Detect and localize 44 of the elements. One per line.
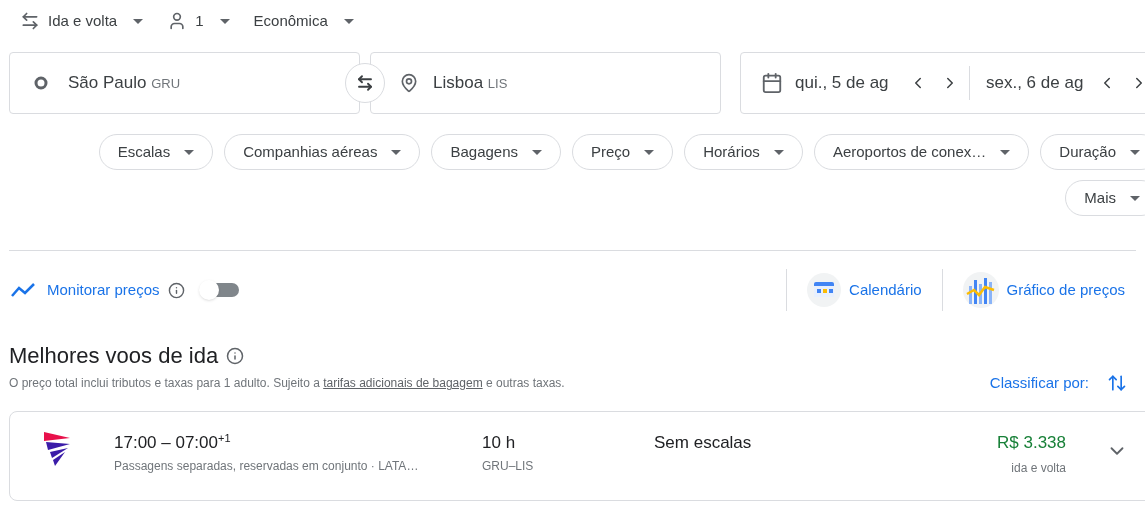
swap-arrows-icon bbox=[356, 74, 374, 92]
view-button[interactable]: Gráfico de preços bbox=[942, 272, 1145, 308]
calendar-icon bbox=[807, 273, 842, 307]
destination-field[interactable]: Lisboa LIS bbox=[370, 52, 721, 114]
trend-line-icon bbox=[10, 282, 36, 298]
swap-button[interactable] bbox=[345, 63, 385, 103]
option-dropdown[interactable]: Econômica bbox=[253, 9, 354, 33]
flight-price: R$ 3.338 bbox=[997, 431, 1066, 454]
location-pin-icon bbox=[399, 73, 419, 93]
calendar-icon bbox=[761, 72, 783, 94]
info-icon bbox=[167, 281, 185, 299]
flight-details: Passagens separadas, reservadas em conjunto · LATA… bbox=[114, 458, 420, 475]
dates-field[interactable]: qui., 5 de ag sex., 6 de ag bbox=[740, 52, 1145, 114]
flight-times: 17:00 – 07:00$^{+1}$ bbox=[114, 431, 232, 454]
sort-button[interactable]: Classificar por: bbox=[989, 372, 1127, 395]
track-prices-toggle[interactable] bbox=[198, 280, 239, 300]
track-prices-label: Monitorar preços bbox=[47, 279, 160, 300]
origin-field[interactable]: São Paulo GRU bbox=[9, 52, 360, 114]
baggage-fees-link[interactable]: tarifas adicionais de bagagem bbox=[323, 376, 483, 391]
caret-icon bbox=[219, 18, 230, 24]
caret-icon bbox=[184, 149, 195, 155]
section-title: Melhores voos de ida bbox=[9, 342, 219, 370]
flight-duration: 10 h bbox=[482, 431, 517, 454]
caret-icon bbox=[532, 149, 542, 155]
price-type: ida e volta bbox=[1011, 460, 1066, 477]
caret-icon bbox=[391, 149, 402, 155]
flight-stops: Sem escalas bbox=[654, 431, 753, 454]
caret-icon bbox=[1130, 149, 1140, 155]
caret-icon bbox=[1000, 149, 1011, 155]
price-graph-icon bbox=[962, 272, 999, 308]
flight-card[interactable]: 17:00 – 07:00$^{+1}$ Passagens separadas, reservadas em conjunto · LATA… 10 h GRU–LIS Sem escalas R$ 3.338 ida e volta bbox=[9, 410, 1145, 501]
caret-icon bbox=[133, 18, 144, 24]
flight-route: GRU–LIS bbox=[482, 458, 535, 475]
caret-icon bbox=[343, 18, 354, 24]
circle-icon bbox=[34, 76, 48, 90]
caret-icon bbox=[644, 149, 655, 155]
view-button[interactable]: Calendário bbox=[787, 273, 942, 307]
price-note: O preço total inclui tributos e taxas para 1 adulto. Sujeito a tarifas adicionais de bagagem e outras taxas. bbox=[9, 375, 565, 393]
caret-icon bbox=[773, 149, 784, 155]
swap-arrows-icon bbox=[20, 11, 40, 31]
caret-icon bbox=[1130, 195, 1140, 201]
info-icon bbox=[226, 346, 245, 365]
option-dropdown[interactable]: Ida e volta bbox=[20, 9, 144, 33]
option-dropdown[interactable]: 1 bbox=[167, 9, 230, 33]
